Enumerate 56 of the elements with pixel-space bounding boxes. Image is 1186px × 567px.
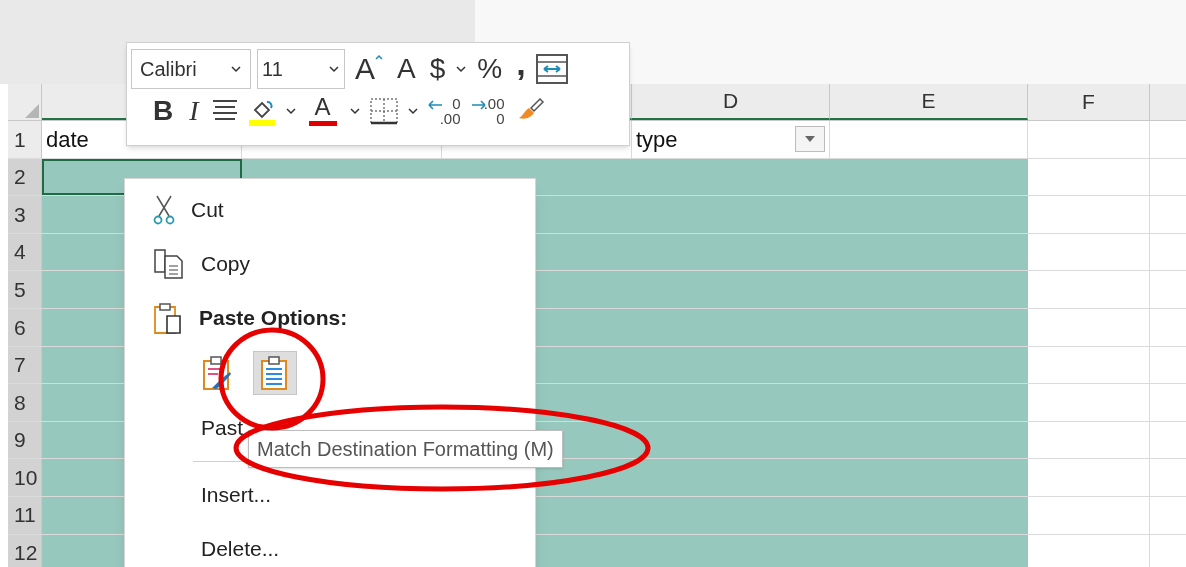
scissors-icon [153, 195, 175, 225]
wrap-text-icon[interactable] [535, 54, 568, 84]
menu-item[interactable]: Copy [201, 248, 251, 280]
menu-item[interactable]: Cut [191, 194, 224, 226]
row-header[interactable]: 12 [8, 534, 42, 567]
column-header[interactable]: F [1028, 84, 1150, 120]
row-header[interactable]: 9 [8, 421, 42, 459]
column-title: type [636, 125, 678, 154]
menu-item[interactable]: Past [201, 412, 244, 444]
row-header[interactable]: 11 [8, 496, 42, 534]
row-header[interactable]: 3 [8, 196, 42, 233]
copy-icon [153, 248, 185, 280]
row-header[interactable]: 8 [8, 384, 42, 421]
paste-values-button[interactable] [253, 351, 297, 395]
filter-arrow-icon [805, 136, 815, 143]
arrow-icon [470, 99, 487, 110]
caret-icon[interactable] [406, 106, 419, 115]
row-header[interactable]: 2 [8, 158, 42, 196]
caret-icon[interactable] [230, 65, 242, 73]
corner-triangle-icon [25, 104, 39, 118]
row-header[interactable]: 6 [8, 308, 42, 346]
caret-icon[interactable] [348, 106, 361, 115]
row-header[interactable]: 1 [8, 121, 42, 158]
filter-button[interactable] [795, 126, 825, 153]
font-size-dropdown[interactable]: 11 [257, 49, 345, 89]
borders-icon[interactable] [368, 96, 399, 125]
column-title: date [46, 125, 89, 154]
tooltip: Match Destination Formatting (M) [248, 430, 563, 468]
font-color-button[interactable]: A [304, 95, 341, 126]
up-caret-icon [375, 54, 383, 60]
menu-item[interactable]: Insert... [201, 479, 272, 511]
clipboard-icon [153, 302, 183, 334]
row-header[interactable]: 10 [8, 459, 42, 496]
bold-button[interactable]: B [149, 96, 178, 125]
caret-icon[interactable] [455, 65, 468, 73]
menu-item[interactable]: Delete... [201, 533, 280, 565]
italic-button[interactable]: I [185, 96, 203, 125]
arrow-icon [426, 99, 443, 110]
percent-button[interactable]: % [473, 55, 507, 83]
decrease-decimal-button[interactable]: .00 0 [470, 95, 507, 126]
row-header[interactable]: 7 [8, 346, 42, 384]
font-dropdown[interactable]: Calibri [131, 49, 251, 89]
comma-style-button[interactable]: , [512, 46, 530, 80]
decrease-font-size-button[interactable]: A [393, 55, 420, 83]
column-header[interactable]: D [632, 84, 830, 120]
menu-heading: Paste Options: [199, 305, 348, 332]
align-center-icon[interactable] [210, 98, 239, 123]
increase-font-size-button[interactable]: A [351, 54, 387, 84]
row-header[interactable]: 5 [8, 271, 42, 308]
caret-icon[interactable] [328, 65, 340, 73]
increase-decimal-button[interactable]: 0 .00 [426, 95, 463, 126]
column-header[interactable]: E [830, 84, 1028, 120]
currency-button[interactable]: $ [425, 55, 450, 83]
clipboard-list-icon [260, 355, 290, 391]
caret-icon[interactable] [284, 106, 297, 115]
row-header[interactable]: 4 [8, 233, 42, 271]
